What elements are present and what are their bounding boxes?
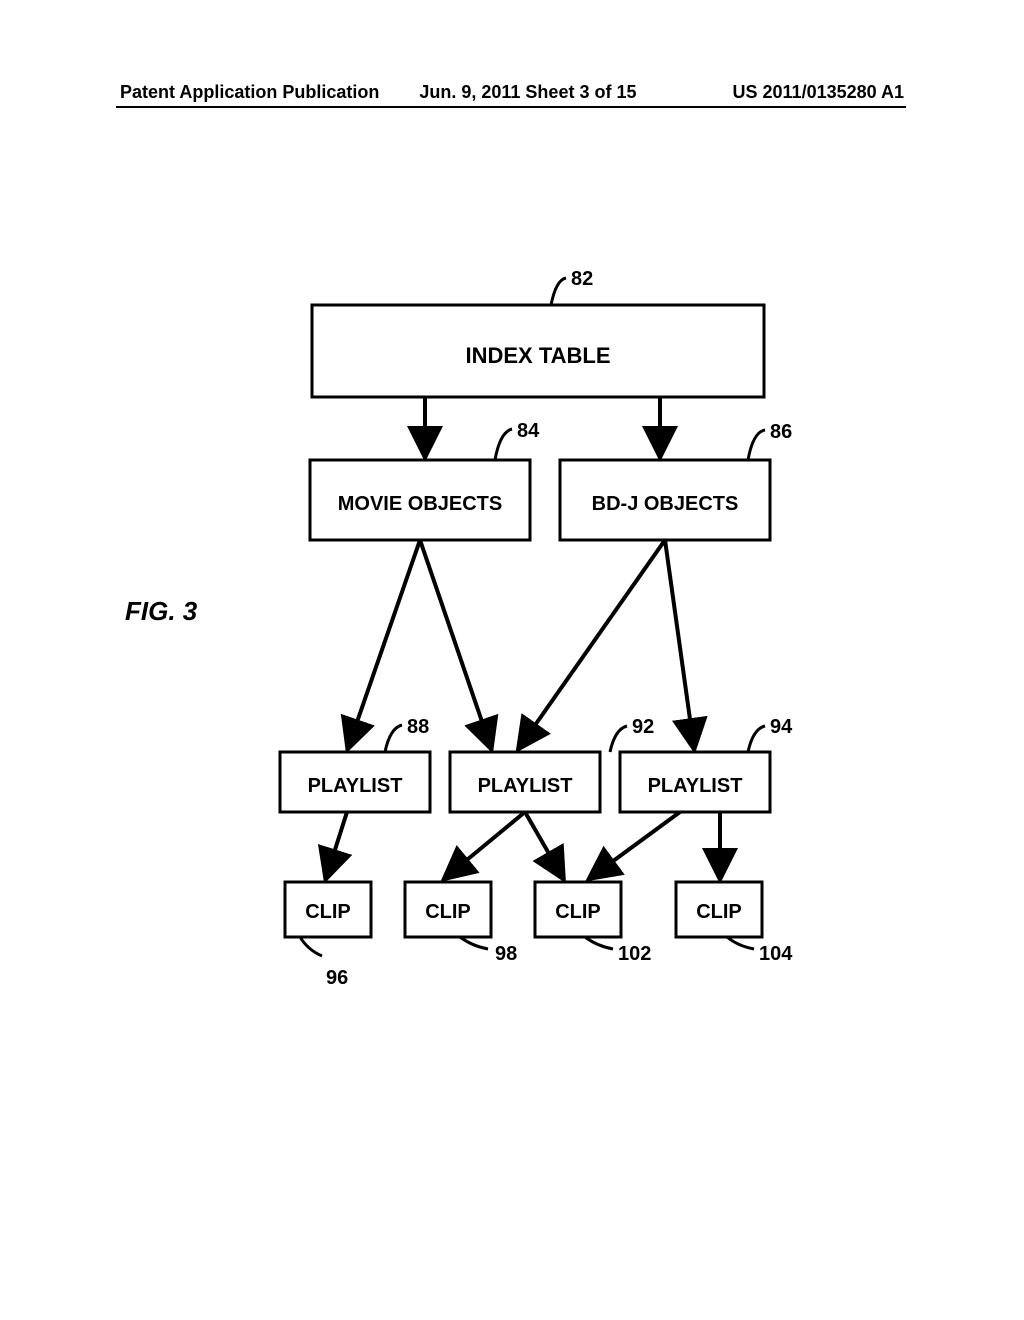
ref-96: 96 (326, 967, 348, 989)
leader-104 (727, 937, 754, 949)
leader-96 (300, 937, 322, 956)
movie-objects-box: MOVIE OBJECTS (310, 460, 530, 540)
playlist-1-label: PLAYLIST (308, 775, 403, 797)
index-table-label: INDEX TABLE (465, 343, 610, 368)
clip-3-label: CLIP (555, 901, 601, 923)
clip-3-box: CLIP (535, 882, 621, 937)
arrow-movie-to-pl2 (420, 540, 491, 748)
clip-1-box: CLIP (285, 882, 371, 937)
ref-104: 104 (759, 943, 793, 965)
leader-84 (495, 429, 512, 460)
leader-98 (460, 937, 488, 949)
ref-88: 88 (407, 716, 429, 738)
clip-2-label: CLIP (425, 901, 471, 923)
ref-86: 86 (770, 421, 792, 443)
playlist-3-box: PLAYLIST (620, 752, 770, 812)
playlist-1-box: PLAYLIST (280, 752, 430, 812)
figure-label: FIG. 3 (125, 596, 198, 626)
leader-82 (551, 278, 566, 305)
ref-98: 98 (495, 943, 517, 965)
ref-94: 94 (770, 716, 793, 738)
playlist-3-label: PLAYLIST (648, 775, 743, 797)
index-table-box: INDEX TABLE (312, 305, 764, 397)
playlist-2-box: PLAYLIST (450, 752, 600, 812)
ref-82: 82 (571, 268, 593, 290)
arrow-pl3-clip3 (590, 812, 680, 878)
clip-2-box: CLIP (405, 882, 491, 937)
page: Patent Application Publication Jun. 9, 2… (0, 0, 1024, 1320)
arrow-pl2-clip3 (525, 812, 563, 878)
leader-86 (748, 430, 765, 460)
arrow-pl2-clip2 (445, 812, 525, 878)
clip-4-box: CLIP (676, 882, 762, 937)
leader-102 (585, 937, 613, 949)
bdj-objects-box: BD-J OBJECTS (560, 460, 770, 540)
leader-92 (610, 726, 627, 752)
ref-92: 92 (632, 716, 654, 738)
arrow-bdj-to-pl3 (665, 540, 694, 748)
clip-1-label: CLIP (305, 901, 351, 923)
bdj-objects-label: BD-J OBJECTS (592, 493, 739, 515)
playlist-2-label: PLAYLIST (478, 775, 573, 797)
leader-94 (748, 726, 765, 752)
leader-88 (385, 725, 402, 752)
clip-4-label: CLIP (696, 901, 742, 923)
ref-84: 84 (517, 420, 540, 442)
ref-102: 102 (618, 943, 651, 965)
diagram-svg: FIG. 3 INDEX TABLE 82 MOVIE OBJECTS 84 B… (0, 0, 1024, 1320)
arrow-pl1-clip1 (326, 812, 347, 878)
movie-objects-label: MOVIE OBJECTS (338, 493, 502, 515)
